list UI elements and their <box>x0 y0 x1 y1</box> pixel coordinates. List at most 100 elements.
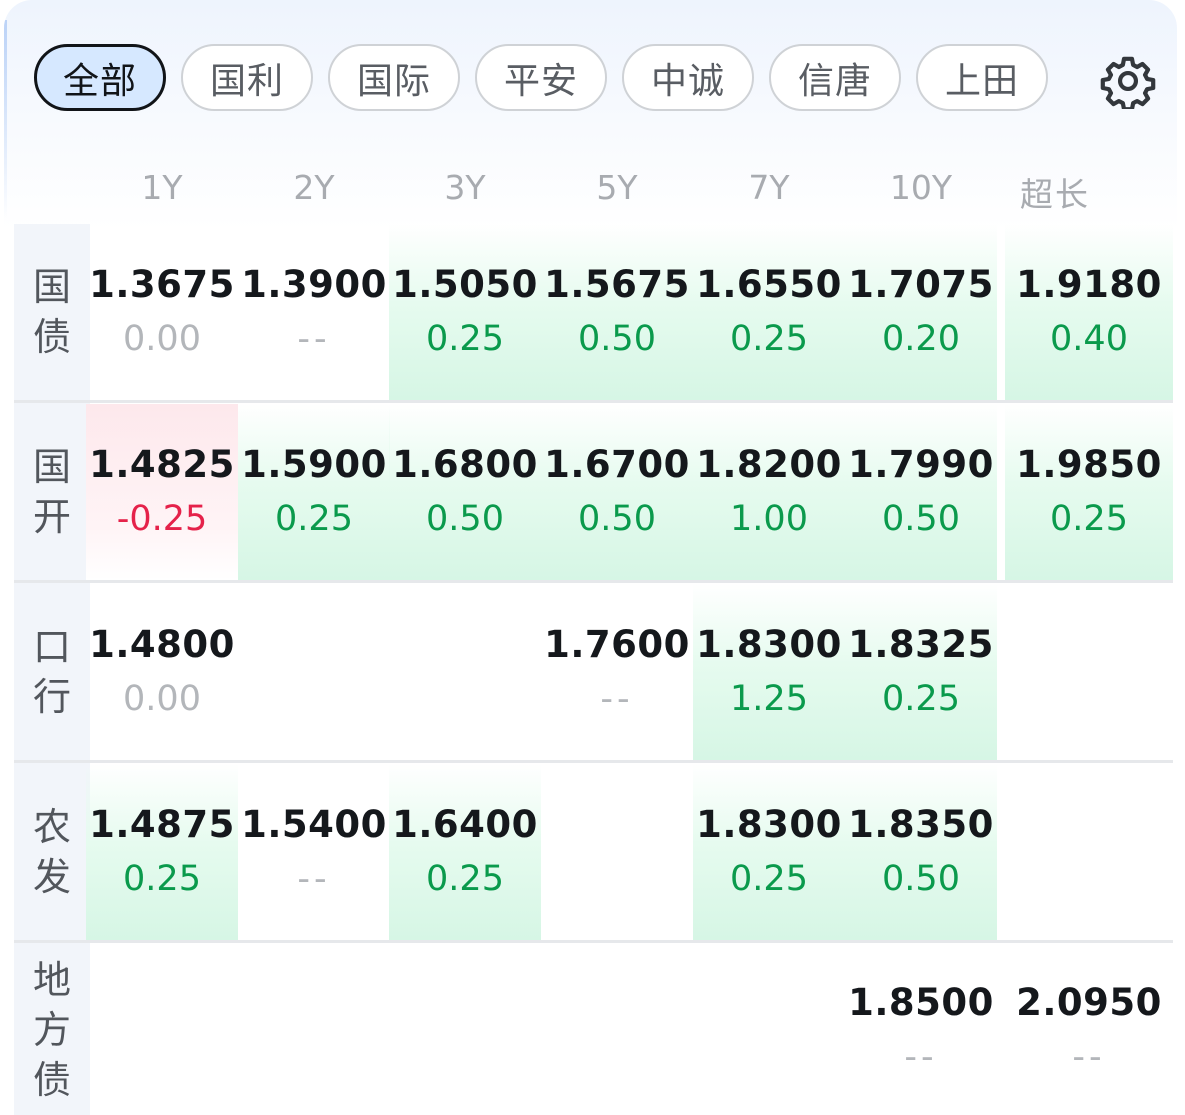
rate-cell-1-10y[interactable]: 1.7990 0.50 <box>845 404 997 580</box>
row-label-2: 口行 <box>14 584 90 760</box>
rate-cell-0-1y[interactable]: 1.3675 0.00 <box>86 224 238 400</box>
row-label-char: 方 <box>32 1007 71 1052</box>
rate-change: 0.00 <box>123 679 201 719</box>
rate-cell-0-2y[interactable]: 1.3900 -- <box>238 224 390 400</box>
rate-cell-1-1y[interactable]: 1.4825 -0.25 <box>86 404 238 580</box>
row-label-0: 国债 <box>14 224 90 400</box>
rate-change: 0.50 <box>578 319 656 359</box>
rate-change: 0.50 <box>426 499 504 539</box>
rate-change: -- <box>904 1036 938 1077</box>
rate-cell-3-7y[interactable]: 1.8300 0.25 <box>693 764 845 940</box>
rate-cell-4-10y[interactable]: 1.8500 -- <box>845 944 997 1115</box>
row-label-char: 口 <box>32 625 71 669</box>
rate-value: 1.3675 <box>89 263 235 306</box>
rate-value: 1.8350 <box>848 803 994 846</box>
rate-change: 0.25 <box>426 319 504 359</box>
column-header-超长: 超长 <box>1020 175 1090 214</box>
rate-value: 1.8500 <box>848 980 994 1024</box>
rate-value: 1.6700 <box>544 443 690 486</box>
rate-cell-0-7y[interactable]: 1.6550 0.25 <box>693 224 845 400</box>
row-label-char: 地 <box>32 957 71 1002</box>
rate-value: 1.8300 <box>696 623 842 666</box>
rate-cell-1-7y[interactable]: 1.8200 1.00 <box>693 404 845 580</box>
filter-pill-4[interactable]: 中诚 <box>622 44 754 111</box>
rate-change: 0.25 <box>730 859 808 899</box>
rate-change: 0.25 <box>275 499 353 539</box>
rate-value: 1.6400 <box>392 803 538 846</box>
column-header-10y: 10Y <box>889 168 953 207</box>
rate-change: -- <box>1072 1036 1106 1077</box>
rate-value: 2.0950 <box>1016 980 1162 1024</box>
rate-change: 0.50 <box>882 859 960 899</box>
rate-cell-1-超长[interactable]: 1.9850 0.25 <box>1005 404 1173 580</box>
rate-value: 1.7075 <box>848 263 994 306</box>
rate-cell-4-超长[interactable]: 2.0950 -- <box>1005 944 1173 1115</box>
column-header-7y: 7Y <box>748 168 790 207</box>
rate-cell-2-1y[interactable]: 1.4800 0.00 <box>86 584 238 760</box>
rate-change: 0.40 <box>1050 319 1128 359</box>
rate-change: 0.50 <box>882 499 960 539</box>
filter-pill-3[interactable]: 平安 <box>475 44 607 111</box>
column-header-5y: 5Y <box>596 168 638 207</box>
rate-value: 1.9180 <box>1016 263 1162 306</box>
rate-cell-0-超长[interactable]: 1.9180 0.40 <box>1005 224 1173 400</box>
filter-pill-2[interactable]: 国际 <box>328 44 460 111</box>
rate-change: 0.50 <box>578 499 656 539</box>
row-label-char: 发 <box>32 855 71 899</box>
row-label-char: 农 <box>32 805 71 849</box>
row-label-3: 农发 <box>14 764 90 940</box>
rate-value: 1.5400 <box>241 803 387 846</box>
row-label-char: 开 <box>32 495 71 539</box>
row-divider <box>14 580 1173 583</box>
rate-cell-3-1y[interactable]: 1.4875 0.25 <box>86 764 238 940</box>
column-header-1y: 1Y <box>141 168 183 207</box>
rate-cell-0-3y[interactable]: 1.5050 0.25 <box>389 224 541 400</box>
rate-cell-0-5y[interactable]: 1.5675 0.50 <box>541 224 693 400</box>
rate-board-card: 全部 国利 国际 平安 中诚 信唐 上田 1Y 2Y 3Y 5Y 7Y 10Y 超长 国债 1.3675 0… <box>4 0 1177 1115</box>
row-label-1: 国开 <box>14 404 90 580</box>
rate-change: -- <box>297 859 331 899</box>
rate-change: -0.25 <box>116 499 208 539</box>
rate-value: 1.4875 <box>89 803 235 846</box>
rate-cell-0-10y[interactable]: 1.7075 0.20 <box>845 224 997 400</box>
rate-value: 1.8300 <box>696 803 842 846</box>
rate-cell-2-7y[interactable]: 1.8300 1.25 <box>693 584 845 760</box>
rate-cell-2-5y[interactable]: 1.7600 -- <box>541 584 693 760</box>
rate-value: 1.5900 <box>241 443 387 486</box>
rate-cell-1-3y[interactable]: 1.6800 0.50 <box>389 404 541 580</box>
rate-cell-2-10y[interactable]: 1.8325 0.25 <box>845 584 997 760</box>
rate-change: 0.00 <box>123 319 201 359</box>
rate-cell-3-2y[interactable]: 1.5400 -- <box>238 764 390 940</box>
rate-value: 1.8200 <box>696 443 842 486</box>
rate-value: 1.5675 <box>544 263 690 306</box>
rate-value: 1.6800 <box>392 443 538 486</box>
rate-change: 1.00 <box>730 499 808 539</box>
rate-cell-1-2y[interactable]: 1.5900 0.25 <box>238 404 390 580</box>
rate-change: 0.25 <box>882 679 960 719</box>
filter-pill-1[interactable]: 国利 <box>181 44 313 111</box>
filter-pill-0[interactable]: 全部 <box>34 44 166 111</box>
rate-change: 0.20 <box>882 319 960 359</box>
settings-gear-icon[interactable] <box>1100 53 1156 109</box>
filter-pill-5[interactable]: 信唐 <box>769 44 901 111</box>
row-label-char: 债 <box>32 1057 71 1102</box>
rate-value: 1.6550 <box>696 263 842 306</box>
rate-value: 1.7600 <box>544 623 690 666</box>
row-label-char: 国 <box>32 265 71 309</box>
rate-cell-3-10y[interactable]: 1.8350 0.50 <box>845 764 997 940</box>
rate-change: 0.25 <box>426 859 504 899</box>
row-label-char: 债 <box>32 315 71 359</box>
rate-value: 1.3900 <box>241 263 387 306</box>
rate-value: 1.8325 <box>848 623 994 666</box>
row-divider <box>14 760 1173 763</box>
rate-value: 1.7990 <box>848 443 994 486</box>
rate-change: 1.25 <box>730 679 808 719</box>
row-divider <box>14 940 1173 943</box>
filter-pill-6[interactable]: 上田 <box>916 44 1048 111</box>
rate-value: 1.4800 <box>89 623 235 666</box>
column-header-3y: 3Y <box>444 168 486 207</box>
row-divider <box>14 400 1173 403</box>
rate-cell-1-5y[interactable]: 1.6700 0.50 <box>541 404 693 580</box>
row-label-4: 地方债 <box>14 944 90 1115</box>
rate-cell-3-3y[interactable]: 1.6400 0.25 <box>389 764 541 940</box>
